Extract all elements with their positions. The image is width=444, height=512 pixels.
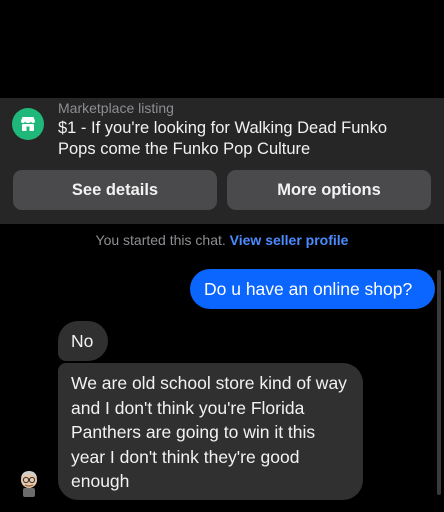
marketplace-store-icon <box>12 108 44 140</box>
listing-title[interactable]: $1 - If you're looking for Walking Dead … <box>58 118 418 160</box>
see-details-button[interactable]: See details <box>13 170 217 210</box>
chat-started-text: You started this chat. <box>95 232 226 248</box>
seller-avatar[interactable] <box>14 468 44 498</box>
incoming-message-bubble[interactable]: We are old school store kind of way and … <box>58 363 363 500</box>
outgoing-message-bubble[interactable]: Do u have an online shop? <box>190 269 435 309</box>
chat-scrollbar[interactable] <box>437 270 441 495</box>
listing-kicker: Marketplace listing <box>58 100 174 116</box>
chat-started-notice: You started this chat. View seller profi… <box>0 232 444 248</box>
view-seller-profile-link[interactable]: View seller profile <box>230 232 349 248</box>
incoming-message-bubble[interactable]: No <box>58 321 108 361</box>
more-options-button[interactable]: More options <box>227 170 431 210</box>
